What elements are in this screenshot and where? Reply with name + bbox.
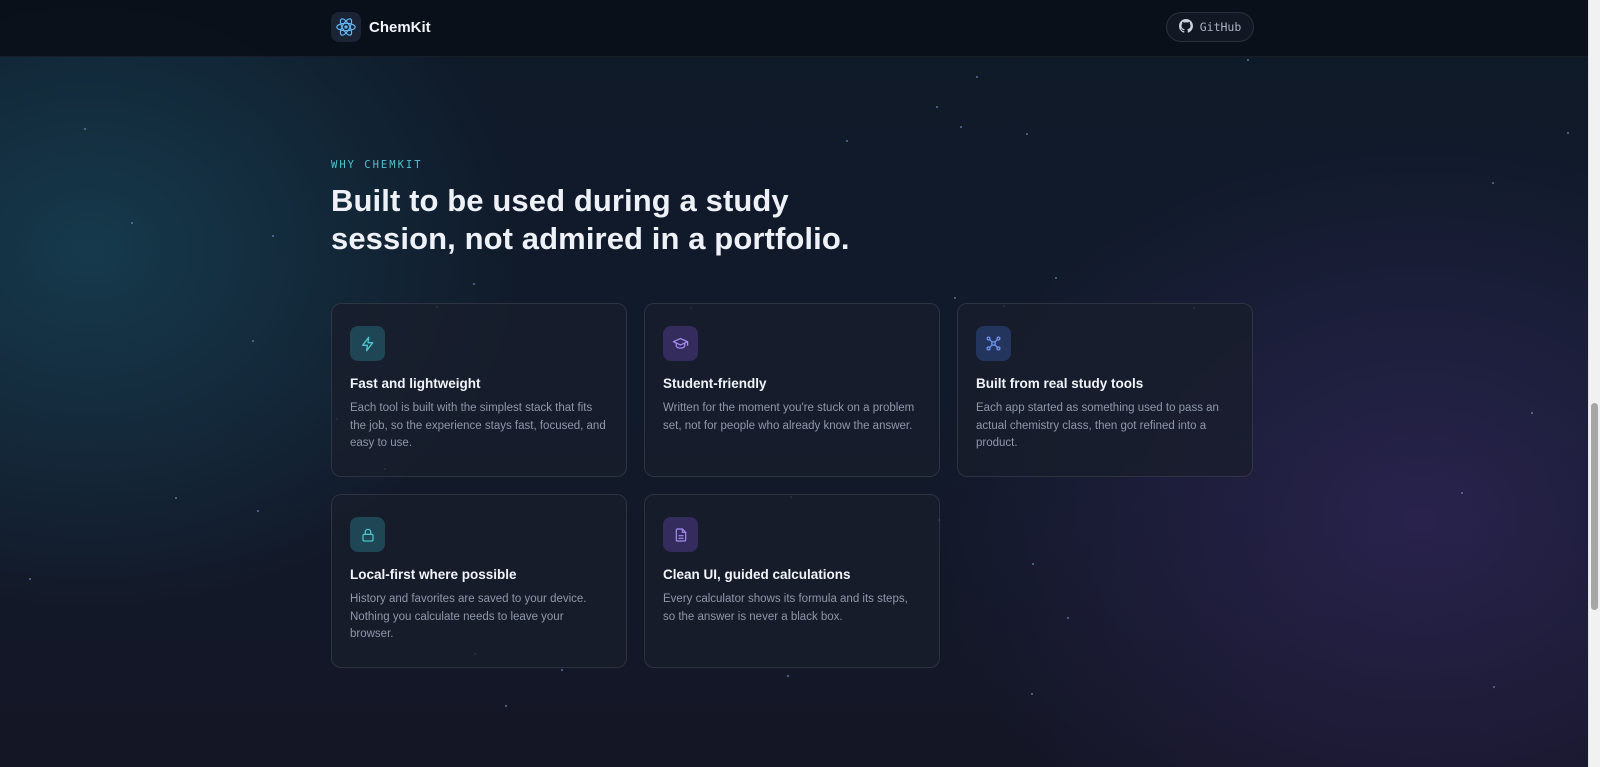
section-headline: Built to be used during a study session,… bbox=[331, 183, 850, 256]
scrollbar-thumb[interactable] bbox=[1591, 403, 1598, 610]
lightning-icon bbox=[350, 326, 385, 361]
top-navbar: ChemKit GitHub bbox=[0, 0, 1588, 57]
document-icon bbox=[663, 517, 698, 552]
feature-card-student: Student-friendly Written for the moment … bbox=[644, 303, 940, 477]
feature-description: Written for the moment you're stuck on a… bbox=[663, 402, 915, 432]
feature-card-fast: Fast and lightweight Each tool is built … bbox=[331, 303, 627, 477]
feature-title: Clean UI, guided calculations bbox=[663, 567, 851, 582]
feature-title: Student-friendly bbox=[663, 376, 767, 391]
lock-icon bbox=[350, 517, 385, 552]
feature-card-clean-ui: Clean UI, guided calculations Every calc… bbox=[644, 494, 940, 668]
feature-description: Each app started as something used to pa… bbox=[976, 402, 1219, 449]
feature-title: Built from real study tools bbox=[976, 376, 1144, 391]
github-icon bbox=[1178, 18, 1193, 36]
page-scrollbar[interactable] bbox=[1588, 0, 1600, 767]
github-label: GitHub bbox=[1199, 20, 1242, 34]
section-eyebrow: WHY CHEMKIT bbox=[331, 159, 423, 171]
feature-description: Each tool is built with the simplest sta… bbox=[350, 402, 606, 449]
github-button[interactable]: GitHub bbox=[1166, 12, 1254, 42]
feature-card-real-tools: Built from real study tools Each app sta… bbox=[957, 303, 1253, 477]
brand-name: ChemKit bbox=[369, 18, 431, 36]
graduation-cap-icon bbox=[663, 326, 698, 361]
feature-description: Every calculator shows its formula and i… bbox=[663, 593, 908, 623]
network-icon bbox=[976, 326, 1011, 361]
brand-link[interactable]: ChemKit bbox=[331, 12, 431, 42]
atom-logo-icon bbox=[331, 12, 361, 42]
feature-card-local-first: Local-first where possible History and f… bbox=[331, 494, 627, 668]
feature-title: Fast and lightweight bbox=[350, 376, 481, 391]
feature-description: History and favorites are saved to your … bbox=[350, 593, 587, 640]
feature-title: Local-first where possible bbox=[350, 567, 517, 582]
